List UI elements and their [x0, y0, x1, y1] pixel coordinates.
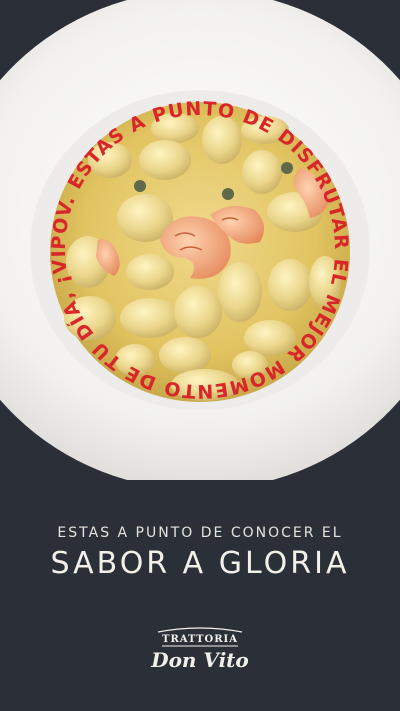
caption-panel: ESTAS A PUNTO DE CONOCER EL SABOR A GLOR…: [0, 480, 400, 711]
dish-illustration: POV. ESTAS A PUNTO DE DISFRUTAR EL MEJOR…: [0, 0, 400, 480]
kicker-text: ESTAS A PUNTO DE CONOCER EL: [57, 525, 343, 541]
food-photo: POV. ESTAS A PUNTO DE DISFRUTAR EL MEJOR…: [0, 0, 400, 480]
promo-frame: POV. ESTAS A PUNTO DE DISFRUTAR EL MEJOR…: [0, 0, 400, 711]
brand-top: TRATTORIA: [162, 634, 238, 645]
brand-logo: TRATTORIA Don Vito: [0, 620, 400, 680]
brand-script: Don Vito: [150, 648, 249, 672]
headline-text: SABOR A GLORIA: [50, 546, 350, 581]
